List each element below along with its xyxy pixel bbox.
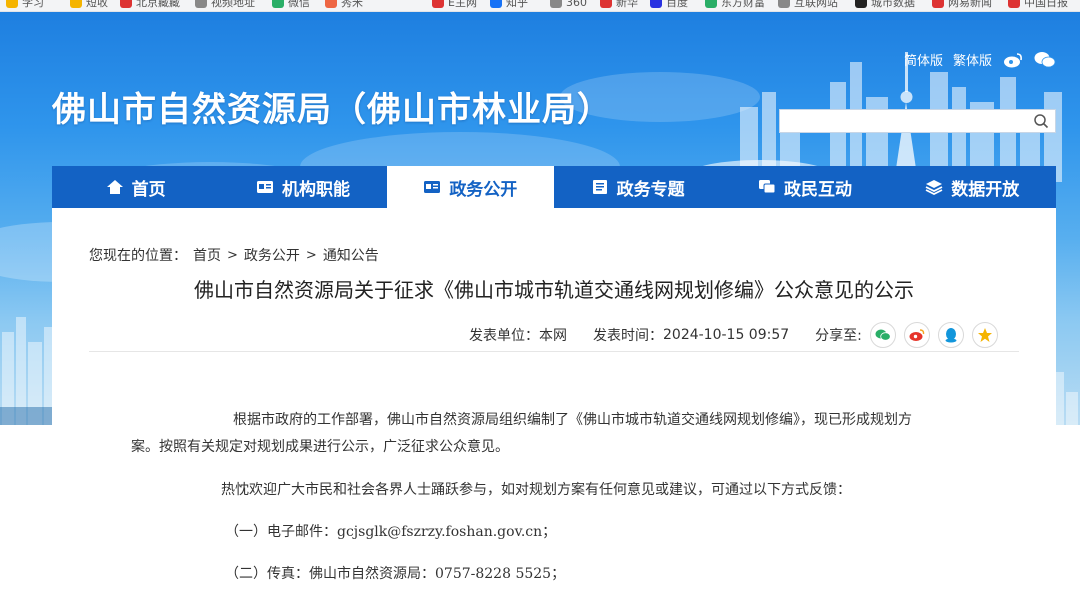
- bookmark-item[interactable]: 城市数据: [855, 0, 915, 10]
- layers-icon: [925, 180, 943, 195]
- nav-item-government-affairs[interactable]: 政务公开: [386, 166, 554, 208]
- share-weibo-button[interactable]: [903, 322, 930, 348]
- site-icon: [195, 0, 207, 8]
- breadcrumb-separator: >: [227, 247, 238, 263]
- site-icon: [120, 0, 132, 8]
- site-icon: [1008, 0, 1020, 8]
- site-icon: [325, 0, 337, 8]
- bookmark-item[interactable]: 互联网站: [778, 0, 838, 10]
- article-meta: 发表单位： 本网 发表时间： 2024-10-15 09:57 分享至:: [469, 322, 998, 348]
- bookmark-item[interactable]: 秀米: [325, 0, 363, 10]
- divider: [89, 351, 1019, 352]
- id-card-icon: [424, 181, 441, 193]
- share-qzone-button[interactable]: [971, 322, 998, 348]
- publisher-label: 发表单位：: [469, 328, 539, 344]
- wechat-icon: [272, 0, 284, 8]
- bookmarks-bar: 学习 短收 北京藏藏 视频地址 微信 秀米 E主网 知乎 360 新华 百度 东…: [0, 0, 1080, 12]
- search-icon[interactable]: [1033, 113, 1049, 129]
- weibo-icon: [909, 329, 925, 341]
- article-paragraph: 案。按照有关规定对规划成果进行公示，广泛征求公众意见。: [131, 439, 509, 455]
- site-icon: [778, 0, 790, 8]
- bookmark-item[interactable]: 东方财富: [705, 0, 765, 10]
- share-label: 分享至:: [815, 328, 862, 344]
- simplified-version-link[interactable]: 简体版: [904, 50, 943, 69]
- wechat-icon: [875, 329, 891, 341]
- folder-icon: [70, 0, 82, 8]
- weibo-icon[interactable]: [1002, 51, 1024, 69]
- bookmark-item[interactable]: 学习: [6, 0, 44, 10]
- nav-item-open-data[interactable]: 数据开放: [889, 166, 1056, 208]
- baidu-icon: [650, 0, 662, 8]
- wechat-icon[interactable]: [1034, 51, 1056, 69]
- traditional-version-link[interactable]: 繁体版: [953, 50, 992, 69]
- bookmark-item[interactable]: 360: [550, 0, 587, 10]
- main-nav: 首页 机构职能 政务公开 政务专题 政民互动 数据开放: [52, 166, 1056, 208]
- bookmark-item[interactable]: 北京藏藏: [120, 0, 180, 10]
- publish-time-value: 2024-10-15 09:57: [663, 327, 790, 343]
- publish-time-label: 发表时间：: [593, 328, 663, 344]
- share-wechat-button[interactable]: [869, 322, 896, 348]
- city-silhouette-left: [0, 317, 60, 425]
- site-icon: [432, 0, 444, 8]
- site-title: 佛山市自然资源局（佛山市林业局）: [52, 90, 612, 130]
- breadcrumb-home[interactable]: 首页: [193, 245, 221, 265]
- bookmark-item[interactable]: 新华: [600, 0, 638, 10]
- zhihu-icon: [490, 0, 502, 8]
- bookmark-item[interactable]: E主网: [432, 0, 477, 10]
- top-links: 简体版 繁体版: [904, 50, 1056, 69]
- nav-item-organization[interactable]: 机构职能: [219, 166, 386, 208]
- article-paragraph-fax: （二）传真：佛山市自然资源局：0757-8228 5525；: [225, 566, 566, 582]
- site-icon: [550, 0, 562, 8]
- breadcrumb: 您现在的位置： 首页 > 政务公开 > 通知公告: [89, 245, 379, 265]
- id-card-icon: [256, 181, 273, 193]
- bookmark-item[interactable]: 中国日报: [1008, 0, 1068, 10]
- chat-icon: [758, 180, 776, 194]
- nav-item-interaction[interactable]: 政民互动: [721, 166, 888, 208]
- share-qq-button[interactable]: [937, 322, 964, 348]
- search-box[interactable]: [779, 109, 1056, 133]
- star-icon: [977, 328, 992, 342]
- bookmark-item[interactable]: 知乎: [490, 0, 528, 10]
- article-title: 佛山市自然资源局关于征求《佛山市城市轨道交通线网规划修编》公众意见的公示: [194, 278, 914, 302]
- qq-icon: [945, 328, 957, 343]
- bookmark-item[interactable]: 视频地址: [195, 0, 255, 10]
- home-icon: [106, 180, 123, 194]
- article-paragraph: 根据市政府的工作部署，佛山市自然资源局组织编制了《佛山市城市轨道交通线网规划修编…: [233, 412, 912, 428]
- bookmark-item[interactable]: 网易新闻: [932, 0, 992, 10]
- breadcrumb-notices[interactable]: 通知公告: [323, 245, 379, 265]
- bookmark-item[interactable]: 百度: [650, 0, 688, 10]
- breadcrumb-government-affairs[interactable]: 政务公开: [244, 245, 300, 265]
- site-icon: [855, 0, 867, 8]
- share-buttons: [869, 322, 998, 348]
- folder-icon: [6, 0, 18, 8]
- site-icon: [705, 0, 717, 8]
- bookmark-item[interactable]: 短收: [70, 0, 108, 10]
- nav-item-home[interactable]: 首页: [52, 166, 219, 208]
- site-icon: [600, 0, 612, 8]
- nav-item-topics[interactable]: 政务专题: [554, 166, 721, 208]
- publisher-value: 本网: [539, 328, 567, 344]
- article-paragraph: 热忱欢迎广大市民和社会各界人士踊跃参与，如对规划方案有任何意见或建议，可通过以下…: [221, 482, 851, 498]
- content-panel: 您现在的位置： 首页 > 政务公开 > 通知公告 佛山市自然资源局关于征求《佛山…: [52, 208, 1056, 425]
- breadcrumb-separator: >: [305, 247, 317, 263]
- article-paragraph-email: （一）电子邮件：gcjsglk@fszrzy.foshan.gov.cn；: [225, 524, 557, 540]
- bookmark-item[interactable]: 微信: [272, 0, 310, 10]
- search-input[interactable]: [780, 110, 1020, 132]
- site-icon: [932, 0, 944, 8]
- document-icon: [592, 180, 607, 194]
- breadcrumb-prefix: 您现在的位置：: [89, 248, 187, 264]
